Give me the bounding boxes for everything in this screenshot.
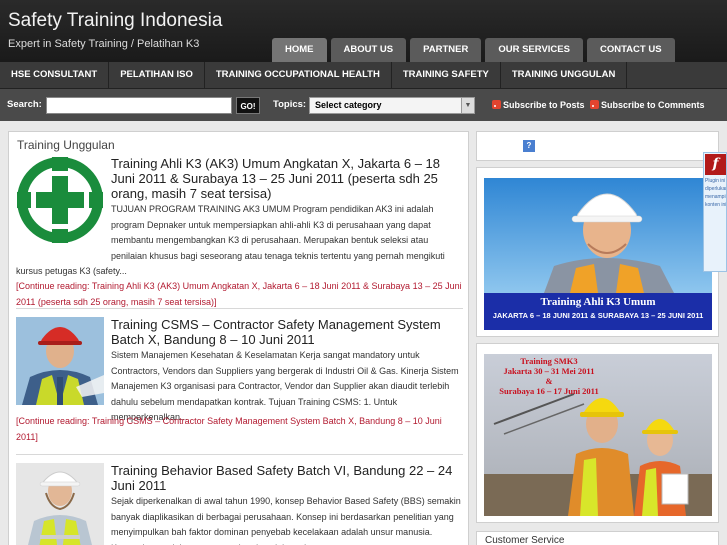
nav-about-us[interactable]: ABOUT US: [330, 38, 407, 62]
topics-select[interactable]: Select category ▼: [309, 97, 475, 114]
dropdown-arrow-icon[interactable]: ▼: [461, 98, 474, 113]
nav-our-services[interactable]: OUR SERVICES: [485, 38, 583, 62]
nav-home[interactable]: HOME: [272, 38, 327, 62]
engineer-photo-icon: [16, 317, 104, 405]
continue-reading-link[interactable]: [Continue reading: Training CSMS – Contr…: [16, 414, 463, 445]
subscribe-comments-link[interactable]: Subscribe to Comments: [590, 100, 705, 110]
rss-icon: [590, 100, 599, 109]
post-divider: [16, 454, 463, 455]
post-excerpt-tail: kursus petugas K3 (safety...: [16, 266, 127, 276]
worker-photo-icon: [16, 463, 104, 545]
banner-smk3-image: Training SMK3 Jakarta 30 – 31 Mei 2011 &…: [484, 354, 712, 516]
nav-partner[interactable]: PARTNER: [410, 38, 482, 62]
post-thumbnail-green-cross[interactable]: [16, 156, 104, 244]
top-nav: HOME ABOUT US PARTNER OUR SERVICES CONTA…: [272, 38, 675, 62]
post-item: Training CSMS – Contractor Safety Manage…: [16, 317, 463, 457]
banner-ahli-k3-title: Training Ahli K3 Umum: [540, 296, 656, 308]
post-title-link[interactable]: Training Behavior Based Safety Batch VI,…: [111, 463, 463, 493]
search-label: Search:: [7, 99, 42, 110]
post-title-link[interactable]: Training Ahli K3 (AK3) Umum Angkatan X, …: [111, 156, 463, 201]
customer-service-widget: Customer Service: [476, 531, 719, 545]
topics-selected-value: Select category: [315, 100, 382, 110]
search-bar: Search: GO! Topics: Select category ▼ Su…: [0, 89, 727, 121]
page: Safety Training Indonesia Expert in Safe…: [0, 0, 727, 545]
category-training-safety[interactable]: TRAINING SAFETY: [392, 62, 501, 88]
search-go-button[interactable]: GO!: [236, 97, 260, 114]
post-divider: [16, 308, 463, 309]
category-hse-consultant[interactable]: HSE CONSULTANT: [0, 62, 110, 88]
topics-label: Topics:: [273, 99, 307, 110]
flash-plugin-text: Plugin ini diperlukan untuk menampilkan …: [705, 178, 727, 208]
nav-contact-us[interactable]: CONTACT US: [586, 38, 675, 62]
sidebar: Training Ahli K3 Umum JAKARTA 6 – 18 JUN…: [476, 131, 719, 545]
banner-ahli-k3-umum[interactable]: Training Ahli K3 Umum JAKARTA 6 – 18 JUN…: [476, 167, 719, 337]
banner-smk3-line2: Jakarta 30 – 31 Mei 2011: [503, 366, 595, 376]
green-cross-icon: [17, 157, 103, 243]
post-title-link[interactable]: Training CSMS – Contractor Safety Manage…: [111, 317, 463, 347]
section-title: Training Unggulan: [17, 138, 115, 152]
category-pelatihan-iso[interactable]: PELATIHAN ISO: [109, 62, 205, 88]
continue-reading-link[interactable]: [Continue reading: Training Ahli K3 (AK3…: [16, 279, 463, 310]
banner-smk3-line3: &: [545, 376, 553, 386]
banner-smk3-line1: Training SMK3: [520, 356, 578, 366]
category-training-occupational-health[interactable]: TRAINING OCCUPATIONAL HEALTH: [205, 62, 392, 88]
category-training-unggulan[interactable]: TRAINING UNGGULAN: [501, 62, 628, 88]
post-item: Training Ahli K3 (AK3) Umum Angkatan X, …: [16, 156, 463, 311]
rss-icon: [492, 100, 501, 109]
post-thumbnail-worker[interactable]: [16, 463, 104, 545]
flash-plugin-widget[interactable]: f Plugin ini diperlukan untuk menampilka…: [703, 152, 727, 272]
banner-ahli-k3-dates: JAKARTA 6 – 18 JUNI 2011 & SURABAYA 13 –…: [492, 311, 704, 320]
sidebar-widget-top: [476, 131, 719, 161]
banner-ahli-k3-caption: Training Ahli K3 Umum JAKARTA 6 – 18 JUN…: [484, 293, 712, 330]
post-item: Training Behavior Based Safety Batch VI,…: [16, 463, 463, 545]
help-icon[interactable]: ?: [523, 140, 535, 152]
site-tagline: Expert in Safety Training / Pelatihan K3: [8, 38, 200, 50]
flash-icon: f: [705, 154, 726, 175]
category-nav: HSE CONSULTANT PELATIHAN ISO TRAINING OC…: [0, 62, 727, 89]
site-title[interactable]: Safety Training Indonesia: [8, 10, 222, 32]
search-input[interactable]: [46, 97, 232, 114]
post-thumbnail-engineer[interactable]: [16, 317, 104, 405]
banner-smk3[interactable]: Training SMK3 Jakarta 30 – 31 Mei 2011 &…: [476, 343, 719, 523]
engineer-banner-illustration: [484, 178, 712, 293]
post-excerpt: TUJUAN PROGRAM TRAINING AK3 UMUM Program…: [111, 204, 445, 261]
main-content: Training Unggulan Training Ahli K3 (AK3): [8, 131, 469, 545]
customer-service-title: Customer Service: [485, 535, 565, 545]
subscribe-comments-label: Subscribe to Comments: [601, 100, 705, 110]
subscribe-posts-label: Subscribe to Posts: [503, 100, 585, 110]
banner-ahli-k3-image: Training Ahli K3 Umum JAKARTA 6 – 18 JUN…: [484, 178, 712, 330]
site-header: Safety Training Indonesia Expert in Safe…: [0, 0, 727, 62]
subscribe-posts-link[interactable]: Subscribe to Posts: [492, 100, 585, 110]
banner-smk3-line4: Surabaya 16 – 17 Juni 2011: [499, 386, 599, 396]
banner-smk3-text: Training SMK3 Jakarta 30 – 31 Mei 2011 &…: [484, 356, 614, 396]
post-excerpt: Sejak diperkenalkan di awal tahun 1990, …: [111, 496, 461, 545]
